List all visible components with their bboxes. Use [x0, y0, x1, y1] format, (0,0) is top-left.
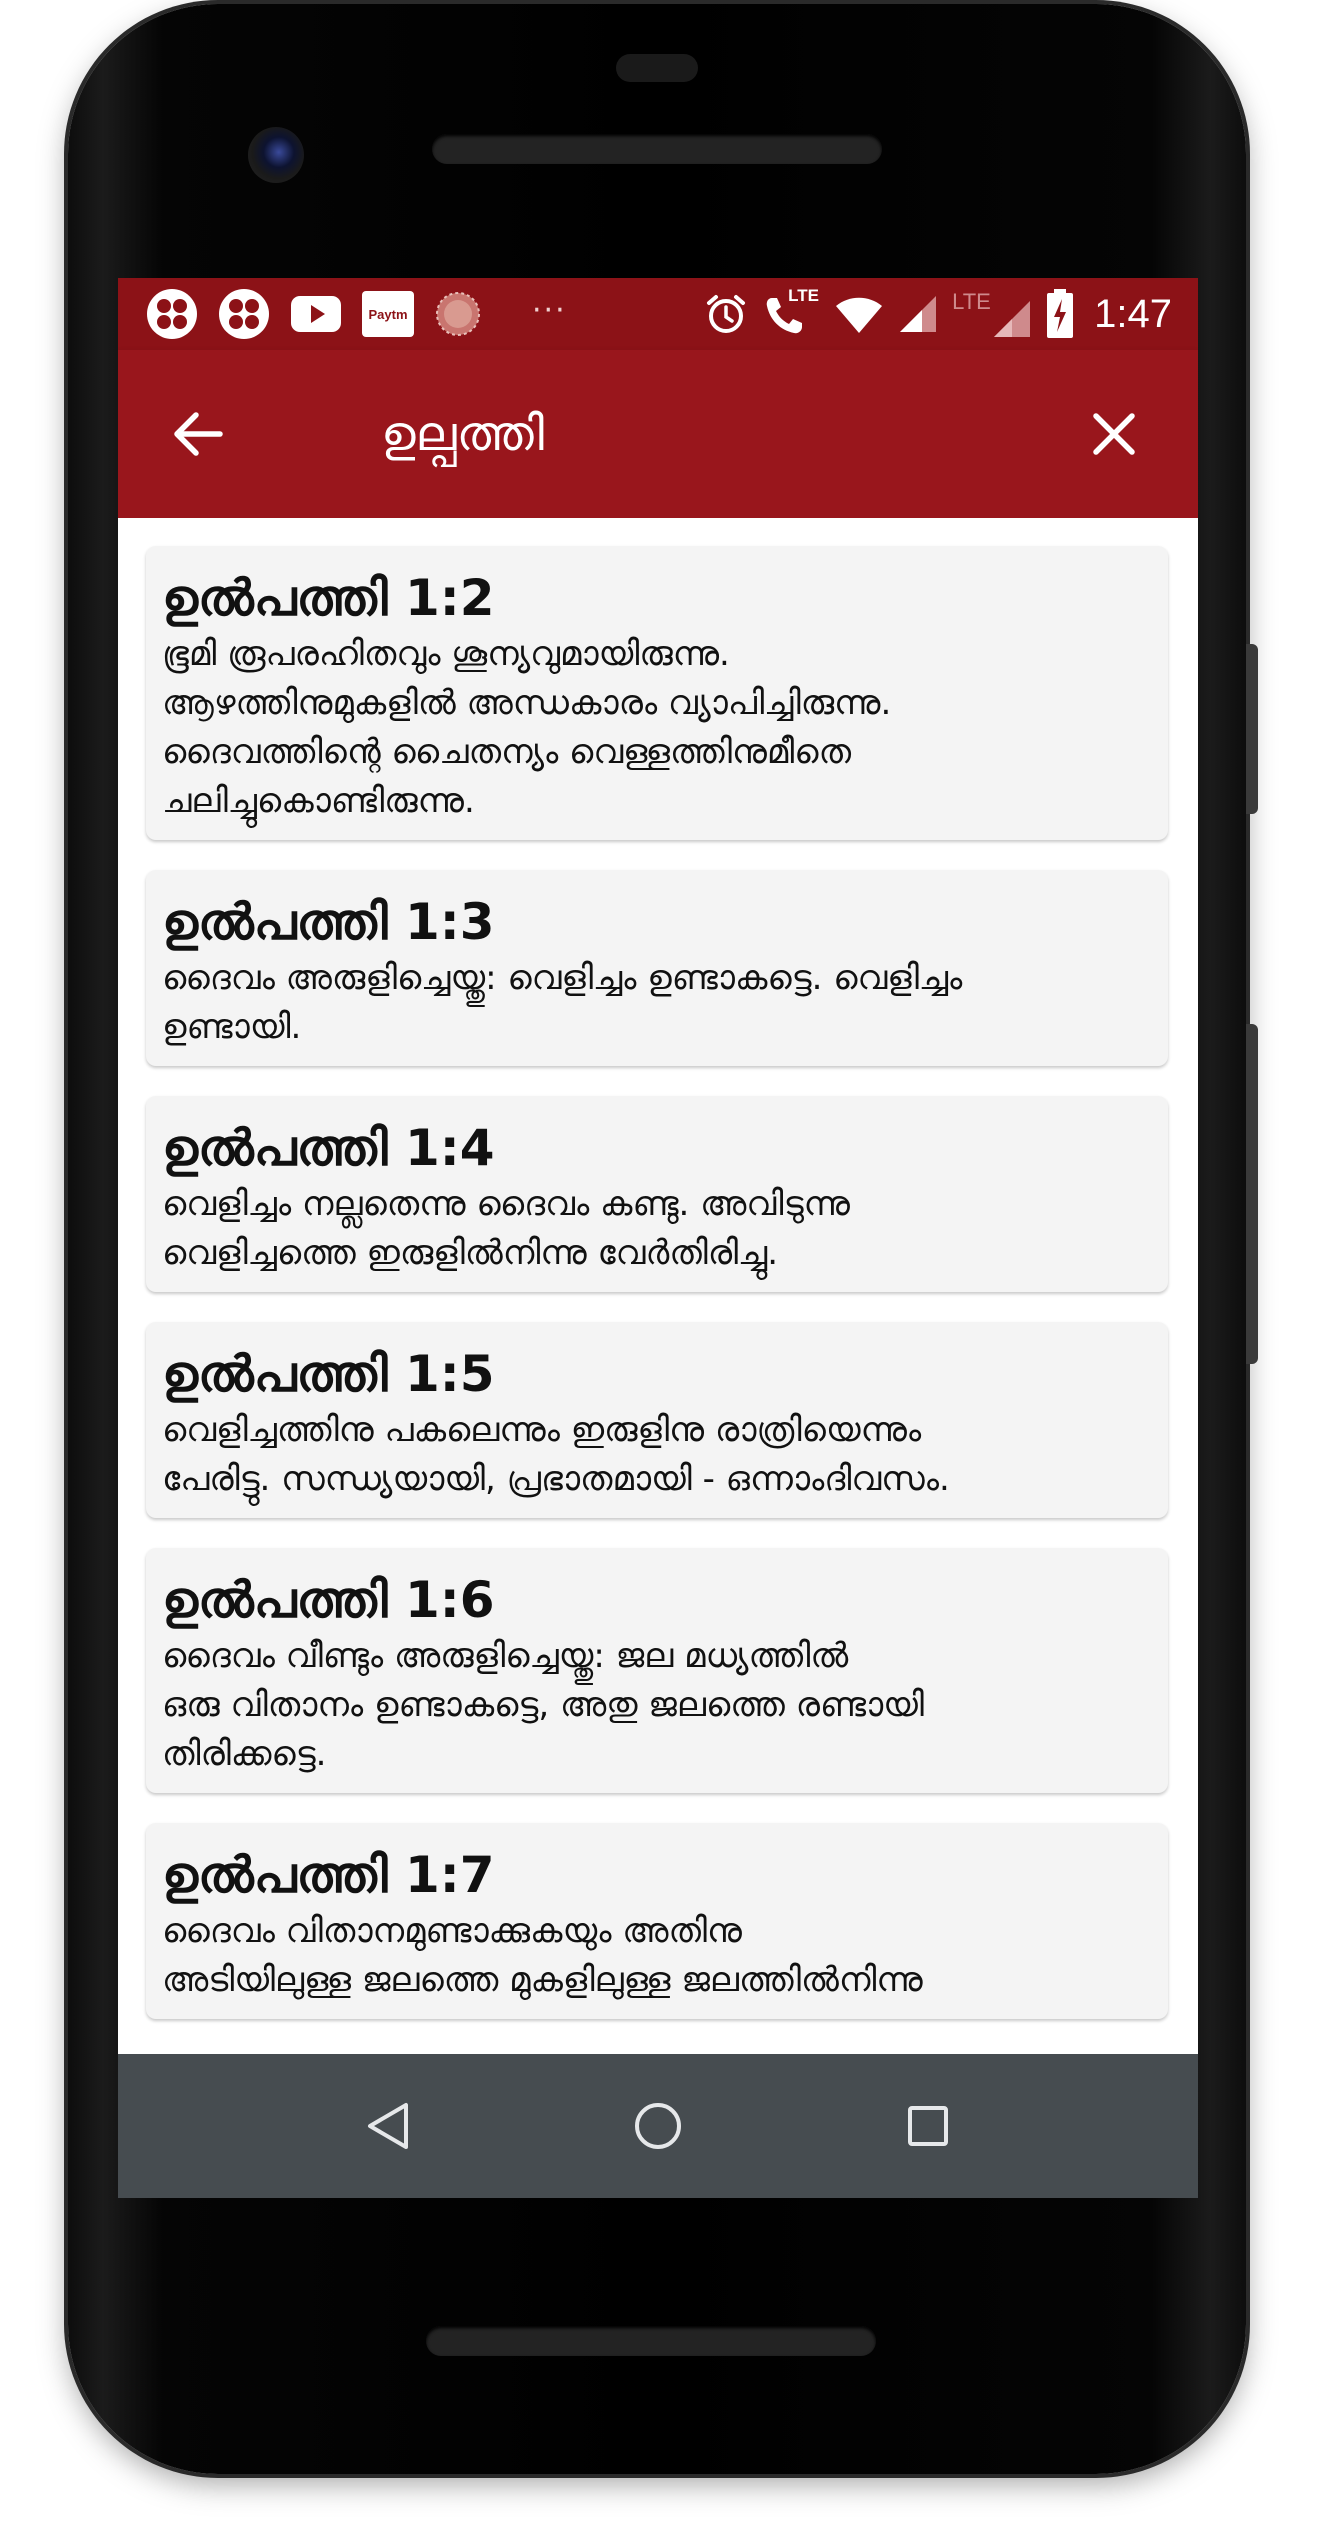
verse-line: പേരിട്ടു. സന്ധ്യയായി, പ്രഭാതമായി - ഒന്നാ…: [162, 1459, 950, 1499]
youtube-icon: [290, 294, 342, 334]
nav-home-button[interactable]: [628, 2096, 688, 2156]
notification-overflow-dots: ···: [532, 292, 567, 328]
nav-back-triangle-icon: [368, 2103, 408, 2149]
verse-text: വെളിച്ചത്തിനു പകലെന്നും ഇരുളിനു രാത്രിയെ…: [162, 1406, 1152, 1504]
verse-text: വെളിച്ചം നല്ലതെന്നു ദൈവം കണ്ടു. അവിടുന്ന…: [162, 1180, 1152, 1278]
alarm-icon: [704, 292, 748, 336]
verse-line: ചലിച്ചുകൊണ്ടിരുന്നു.: [162, 781, 475, 821]
paytm-icon: Paytm: [362, 291, 414, 337]
verse-text: ഭൂമി രൂപരഹിതവും ശൂന്യവുമായിരുന്നു. ആഴത്ത…: [162, 630, 1152, 826]
nav-back-button[interactable]: [358, 2096, 418, 2156]
verse-results[interactable]: ഉൽപത്തി 1:2 ഭൂമി രൂപരഹിതവും ശൂന്യവുമായിര…: [118, 518, 1198, 2051]
verse-line: ഉണ്ടായി.: [162, 1007, 302, 1047]
status-left-icons: Paytm ···: [118, 288, 567, 340]
verse-line: വെളിച്ചം നല്ലതെന്നു ദൈവം കണ്ടു. അവിടുന്ന…: [162, 1184, 850, 1224]
arrow-left-icon: [174, 412, 223, 456]
verse-line: ദൈവം വീണ്ടും അരുളിച്ചെയ്തു: ജല മധ്യത്തിൽ: [162, 1636, 849, 1676]
verse-line: ദൈവം അരുളിച്ചെയ്തു: വെളിച്ചം ഉണ്ടാകട്ടെ.…: [162, 958, 963, 998]
phone-bottom-speaker: [426, 2326, 876, 2356]
verse-list: ഉൽപത്തി 1:2 ഭൂമി രൂപരഹിതവും ശൂന്യവുമായിര…: [146, 546, 1168, 2049]
pinwheel-app-icon: [146, 288, 198, 340]
verse-reference: ഉൽപത്തി 1:3: [162, 893, 495, 951]
status-right-icons: LTE LTE 1:47: [704, 286, 1198, 340]
paytm-label: Paytm: [368, 306, 408, 322]
verse-line: ദൈവത്തിന്റെ ചൈതന്യം വെള്ളത്തിനുമീതെ: [162, 732, 851, 772]
verse-reference: ഉൽപത്തി 1:6: [162, 1571, 495, 1629]
verse-line: ആഴത്തിനുമുകളിൽ അന്ധകാരം വ്യാപിച്ചിരുന്നു…: [162, 683, 892, 723]
verse-line: അടിയിലുള്ള ജലത്തെ മുകളിലുള്ള ജലത്തിൽനിന്…: [162, 1960, 923, 2000]
close-button[interactable]: [1080, 400, 1148, 468]
lte-label-2: LTE: [952, 289, 991, 314]
verse-text: ദൈവം വീണ്ടും അരുളിച്ചെയ്തു: ജല മധ്യത്തിൽ…: [162, 1632, 1152, 1779]
verse-line: വെളിച്ചത്തെ ഇരുളിൽനിന്നു വേർതിരിച്ചു.: [162, 1233, 779, 1273]
front-camera: [248, 127, 304, 183]
app-bar: ഉല്പത്തി: [118, 350, 1198, 518]
back-button[interactable]: [164, 400, 232, 468]
verse-card[interactable]: ഉൽപത്തി 1:4 വെളിച്ചം നല്ലതെന്നു ദൈവം കണ്…: [146, 1096, 1168, 1292]
nav-home-circle-icon: [635, 2103, 681, 2149]
verse-card[interactable]: ഉൽപത്തി 1:3 ദൈവം അരുളിച്ചെയ്തു: വെളിച്ചം…: [146, 870, 1168, 1066]
verse-reference: ഉൽപത്തി 1:4: [162, 1119, 495, 1177]
phone-top-speaker: [432, 134, 882, 164]
verse-card[interactable]: ഉൽപത്തി 1:5 വെളിച്ചത്തിനു പകലെന്നും ഇരുള…: [146, 1322, 1168, 1518]
verse-line: ഒരു വിതാനം ഉണ്ടാകട്ടെ, അതു ജലത്തെ രണ്ടായ…: [162, 1685, 924, 1725]
status-time: 1:47: [1094, 291, 1172, 336]
verse-reference: ഉൽപത്തി 1:5: [162, 1345, 495, 1403]
lte-label-1: LTE: [788, 286, 819, 305]
verse-card[interactable]: ഉൽപത്തി 1:2 ഭൂമി രൂപരഹിതവും ശൂന്യവുമായിര…: [146, 546, 1168, 840]
cell-signal-icon: [898, 294, 938, 334]
battery-charging-icon: [1046, 289, 1074, 339]
verse-reference: ഉൽപത്തി 1:7: [162, 1846, 495, 1904]
phone-top-slot: [616, 54, 698, 82]
volume-button: [1246, 644, 1258, 814]
close-icon: [1093, 413, 1135, 455]
device-screen: Paytm ··· LTE LTE 1:47 ഉല്പത്തി ഉൽപത്തി …: [118, 278, 1198, 2198]
system-navigation-bar: [118, 2054, 1198, 2198]
nav-recents-button[interactable]: [898, 2096, 958, 2156]
verse-line: ദൈവം വിതാനമുണ്ടാക്കുകയും അതിനു: [162, 1911, 742, 1951]
cell-signal-icon-2: LTE: [952, 289, 1032, 339]
verse-card[interactable]: ഉൽപത്തി 1:7 ദൈവം വിതാനമുണ്ടാക്കുകയും അതി…: [146, 1823, 1168, 2019]
verse-text: ദൈവം അരുളിച്ചെയ്തു: വെളിച്ചം ഉണ്ടാകട്ടെ.…: [162, 954, 1152, 1052]
verse-line: വെളിച്ചത്തിനു പകലെന്നും ഇരുളിനു രാത്രിയെ…: [162, 1410, 922, 1450]
status-bar: Paytm ··· LTE LTE 1:47: [118, 278, 1198, 350]
verse-reference: ഉൽപത്തി 1:2: [162, 569, 495, 627]
circular-app-icon: [434, 290, 482, 338]
lte-call-icon: LTE: [762, 286, 820, 340]
power-button: [1246, 1024, 1258, 1364]
nav-recents-square-icon: [908, 2106, 948, 2146]
verse-text: ദൈവം വിതാനമുണ്ടാക്കുകയും അതിനു അടിയിലുള്…: [162, 1907, 1152, 2005]
verse-line: തിരിക്കട്ടെ.: [162, 1734, 327, 1774]
page-title: ഉല്പത്തി: [381, 406, 545, 462]
wifi-icon: [834, 294, 884, 334]
verse-card[interactable]: ഉൽപത്തി 1:6 ദൈവം വീണ്ടും അരുളിച്ചെയ്തു: …: [146, 1548, 1168, 1793]
verse-line: ഭൂമി രൂപരഹിതവും ശൂന്യവുമായിരുന്നു.: [162, 634, 730, 674]
pinwheel-app-icon-2: [218, 288, 270, 340]
